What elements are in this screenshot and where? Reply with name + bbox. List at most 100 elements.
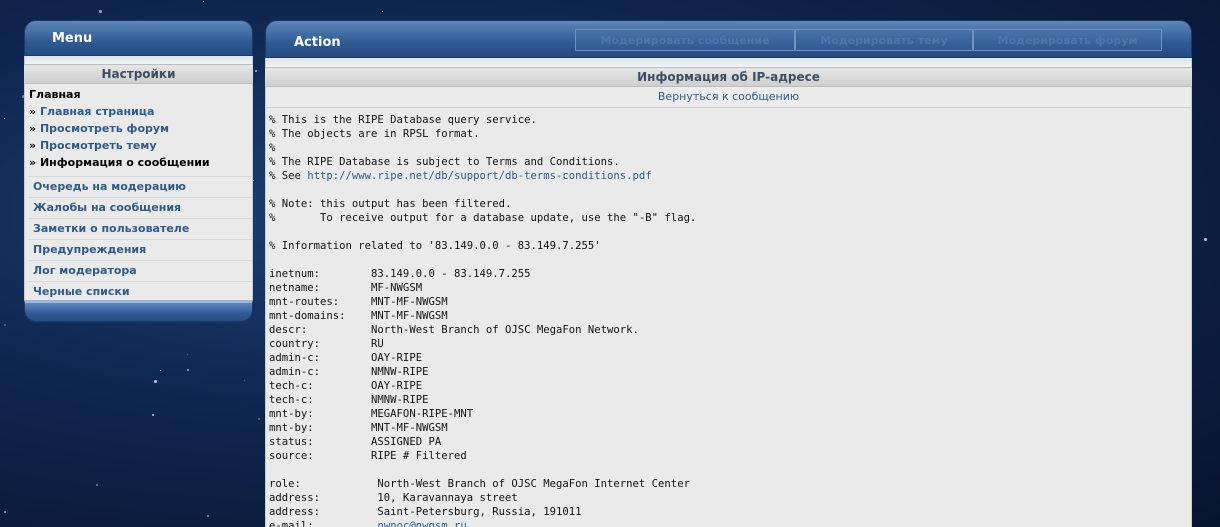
- moderate-post-button[interactable]: Модерировать сообщение: [575, 29, 795, 51]
- star-dot: [154, 380, 157, 383]
- whois-link[interactable]: http://www.ripe.net/db/support/db-terms-…: [307, 170, 651, 182]
- whois-line-text: % This is the RIPE Database query servic…: [269, 114, 537, 126]
- menu-item-home: » Главная страница: [25, 103, 252, 120]
- bullet-icon: »: [29, 139, 37, 152]
- whois-line: [269, 225, 1191, 239]
- moderate-topic-button[interactable]: Модерировать тему: [795, 29, 973, 51]
- whois-line: source: RIPE # Filtered: [269, 449, 1191, 463]
- whois-line: mnt-by: MNT-MF-NWGSM: [269, 421, 1191, 435]
- back-to-post-link[interactable]: Вернуться к сообщению: [658, 90, 799, 103]
- whois-line-text: netname: MF-NWGSM: [269, 282, 423, 294]
- menu-item-topic: » Просмотреть тему: [25, 137, 252, 154]
- moderate-forum-button[interactable]: Модерировать форум: [973, 29, 1162, 51]
- star-dot: [4, 511, 6, 513]
- whois-line-text: % See: [269, 170, 308, 182]
- star-dot: [99, 10, 102, 13]
- whois-line-text: mnt-by: MNT-MF-NWGSM: [269, 422, 448, 434]
- whois-line: %: [269, 141, 1191, 155]
- menu-header: Menu: [24, 20, 253, 56]
- whois-line-text: e-mail:: [269, 520, 378, 527]
- menu-body: Главная » Главная страница » Просмотреть…: [24, 84, 253, 300]
- whois-line-text: tech-c: NMNW-RIPE: [269, 394, 429, 406]
- whois-line: tech-c: OAY-RIPE: [269, 379, 1191, 393]
- star-dot: [4, 118, 5, 119]
- whois-line: % The objects are in RPSL format.: [269, 127, 1191, 141]
- page-title: Информация об IP-адресе: [265, 67, 1192, 87]
- whois-line-text: address: Saint-Petersburg, Russia, 19101…: [269, 506, 582, 518]
- menu-item-forum: » Просмотреть форум: [25, 120, 252, 137]
- link-mod-log[interactable]: Лог модератора: [28, 260, 252, 281]
- link-mod-queue[interactable]: Очередь на модерацию: [28, 176, 252, 197]
- menu-footer: [24, 300, 253, 322]
- whois-link[interactable]: nwnoc@nwgsm.ru: [377, 520, 466, 527]
- menu-gap: [24, 56, 253, 64]
- star-dot: [4, 324, 6, 326]
- whois-line-text: status: ASSIGNED PA: [269, 436, 442, 448]
- whois-line-text: %: [269, 142, 276, 154]
- whois-line: address: 10, Karavannaya street: [269, 491, 1191, 505]
- whois-line: % Information related to '83.149.0.0 - 8…: [269, 239, 1191, 253]
- star-dot: [160, 370, 161, 371]
- star-dot: [258, 418, 260, 420]
- star-dot: [244, 380, 245, 381]
- whois-line-text: % To receive output for a database updat…: [269, 212, 697, 224]
- whois-line-text: % The RIPE Database is subject to Terms …: [269, 156, 620, 168]
- whois-line: mnt-routes: MNT-MF-NWGSM: [269, 295, 1191, 309]
- star-dot: [1204, 238, 1207, 241]
- star-dot: [207, 515, 209, 517]
- menu-item-post-info: » Информация о сообщении: [25, 154, 252, 171]
- whois-line-text: role: North-West Branch of OJSC MegaFon …: [269, 478, 690, 490]
- menu-title: Menu: [52, 31, 93, 46]
- whois-line: descr: North-West Branch of OJSC MegaFon…: [269, 323, 1191, 337]
- star-dot: [187, 354, 188, 355]
- link-reports[interactable]: Жалобы на сообщения: [28, 197, 252, 218]
- whois-output: % This is the RIPE Database query servic…: [265, 108, 1192, 527]
- whois-line: % This is the RIPE Database query servic…: [269, 113, 1191, 127]
- link-main-page[interactable]: Главная страница: [40, 105, 154, 118]
- whois-line: admin-c: OAY-RIPE: [269, 351, 1191, 365]
- back-row: Вернуться к сообщению: [265, 87, 1192, 108]
- whois-line-text: % Note: this output has been filtered.: [269, 198, 512, 210]
- star-dot: [96, 484, 98, 486]
- action-title: Action: [294, 35, 341, 50]
- link-warnings[interactable]: Предупреждения: [28, 239, 252, 260]
- whois-line-text: admin-c: NMNW-RIPE: [269, 366, 429, 378]
- whois-line: % To receive output for a database updat…: [269, 211, 1191, 225]
- content-gap: [265, 58, 1192, 67]
- whois-line-text: source: RIPE # Filtered: [269, 450, 467, 462]
- whois-line-text: descr: North-West Branch of OJSC MegaFon…: [269, 324, 639, 336]
- whois-line: tech-c: NMNW-RIPE: [269, 393, 1191, 407]
- link-view-forum[interactable]: Просмотреть форум: [40, 122, 169, 135]
- star-dot: [187, 369, 189, 371]
- star-dot: [152, 414, 154, 416]
- whois-line: [269, 183, 1191, 197]
- link-user-notes[interactable]: Заметки о пользователе: [28, 218, 252, 239]
- whois-line: [269, 253, 1191, 267]
- whois-line: address: Saint-Petersburg, Russia, 19101…: [269, 505, 1191, 519]
- whois-line: status: ASSIGNED PA: [269, 435, 1191, 449]
- whois-line-text: % Information related to '83.149.0.0 - 8…: [269, 240, 601, 252]
- whois-line: mnt-domains: MNT-MF-NWGSM: [269, 309, 1191, 323]
- whois-line-text: mnt-domains: MNT-MF-NWGSM: [269, 310, 448, 322]
- bullet-icon: »: [29, 156, 37, 169]
- action-header: Action Модерировать сообщение Модерирова…: [265, 20, 1192, 58]
- whois-line: mnt-by: MEGAFON-RIPE-MNT: [269, 407, 1191, 421]
- whois-line-text: mnt-by: MEGAFON-RIPE-MNT: [269, 408, 474, 420]
- content-panel: Action Модерировать сообщение Модерирова…: [265, 20, 1192, 527]
- star-dot: [253, 180, 254, 181]
- current-page-label: Информация о сообщении: [39, 156, 210, 169]
- star-dot: [203, 1, 204, 2]
- whois-line-text: address: 10, Karavannaya street: [269, 492, 518, 504]
- whois-line: admin-c: NMNW-RIPE: [269, 365, 1191, 379]
- whois-line-text: inetnum: 83.149.0.0 - 83.149.7.255: [269, 268, 531, 280]
- link-ban-lists[interactable]: Черные списки: [28, 281, 252, 302]
- menu-panel: Menu Настройки Главная » Главная страниц…: [24, 20, 253, 322]
- whois-text: % This is the RIPE Database query servic…: [269, 113, 1191, 527]
- whois-line: e-mail: nwnoc@nwgsm.ru: [269, 519, 1191, 527]
- link-view-topic[interactable]: Просмотреть тему: [40, 139, 157, 152]
- whois-line: netname: MF-NWGSM: [269, 281, 1191, 295]
- whois-line: % See http://www.ripe.net/db/support/db-…: [269, 169, 1191, 183]
- whois-line-text: % The objects are in RPSL format.: [269, 128, 480, 140]
- star-dot: [382, 11, 383, 12]
- star-dot: [255, 70, 257, 72]
